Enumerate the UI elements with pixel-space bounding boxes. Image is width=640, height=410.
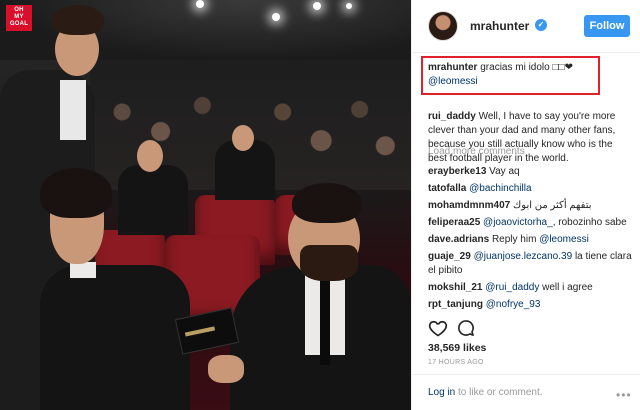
comment-item: mohamdmnm407 بتفهم أكثر من ابوك [428,199,632,213]
comment-username[interactable]: rpt_tanjung [428,299,483,310]
comment-list: mrahunter gracias mi idolo □□❤ @leomessi… [412,53,640,311]
ohmygoal-logo: OH MY GOAL [6,5,32,31]
comment-text: , robozinho sabe [552,217,627,228]
login-prompt: Log in to like or comment. ••• [412,374,640,410]
comment-item: guaje_29 @juanjose.lezcano.39 la tiene c… [428,250,632,278]
stage-light [346,3,352,9]
comment-mention[interactable]: @leomessi [539,234,589,245]
post-header: mrahunter ✓ Follow [412,0,640,53]
follow-button[interactable]: Follow [584,15,630,37]
person-background [118,165,188,235]
seated-man-hair [292,183,362,223]
comment-username[interactable]: tatofalla [428,183,466,194]
comment-mention[interactable]: @leomessi [428,76,478,87]
post-actions: 38,569 likes 17 HOURS AGO Log in to like… [412,311,640,410]
more-options-icon[interactable]: ••• [616,388,632,402]
comment-username[interactable]: feliperaa25 [428,217,480,228]
comment-mention[interactable]: @bachinchilla [469,183,531,194]
comment-text: gracias mi idolo □□❤ [480,62,573,73]
comment-username[interactable]: mrahunter [428,62,477,73]
verified-badge-icon: ✓ [535,19,547,31]
beard [300,245,358,281]
login-text: Log in to like or comment. [428,387,543,398]
caption: mrahunter gracias mi idolo □□❤ @leomessi [428,61,632,89]
person-face [232,125,254,151]
comment-item: dave.adrians Reply him @leomessi [428,233,632,247]
child-suit [40,265,190,410]
stage-light [313,2,321,10]
comment-mention[interactable]: @rui_daddy [485,282,539,293]
speech-bubble-icon[interactable] [456,318,476,338]
comment-username[interactable]: rui_daddy [428,111,476,122]
header-username[interactable]: mrahunter [470,19,529,33]
post-photo: OH MY GOAL [0,0,411,410]
comment-text: Reply him [491,234,537,245]
comment-username[interactable]: mohamdmnm407 [428,200,510,211]
child-hair [40,168,112,218]
comment-username[interactable]: dave.adrians [428,234,489,245]
comment-item: rpt_tanjung @nofrye_93 [428,298,632,311]
post-timestamp: 17 HOURS AGO [428,359,484,366]
shirt [60,80,86,140]
comment-text: Vay aq [489,166,520,177]
comment-item: rui_daddy Well, I have to say you're mor… [428,110,632,166]
comment-item: feliperaa25 @joaovictorha_, robozinho sa… [428,216,632,230]
comment-mention[interactable]: @juanjose.lezcano.39 [474,251,573,262]
comment-text: بتفهم أكثر من ابوك [513,200,592,211]
comment-mention[interactable]: @joaovictorha_ [483,217,553,228]
like-count[interactable]: 38,569 likes [428,342,486,354]
comment-item: mokshil_21 @rui_daddy well i agree [428,281,632,295]
heart-outline-icon[interactable] [428,318,448,338]
comment-username[interactable]: guaje_29 [428,251,471,262]
comment-item: erayberke13 Vay aq [428,165,632,179]
avatar[interactable] [428,11,458,41]
child-collar [70,262,96,278]
comment-text: well i agree [542,282,593,293]
post-sidebar: mrahunter ✓ Follow mrahunter gracias mi … [411,0,640,410]
comment-username[interactable]: mokshil_21 [428,282,482,293]
comment-item: tatofalla @bachinchilla [428,182,632,196]
man-hair [52,5,104,35]
tie [320,270,330,365]
person-face [137,140,163,172]
login-link[interactable]: Log in [428,387,455,398]
comment-mention[interactable]: @nofrye_93 [486,299,541,310]
stage-light [272,13,280,21]
comment-username[interactable]: erayberke13 [428,166,486,177]
handshake [208,355,244,383]
stage-light [196,0,204,8]
